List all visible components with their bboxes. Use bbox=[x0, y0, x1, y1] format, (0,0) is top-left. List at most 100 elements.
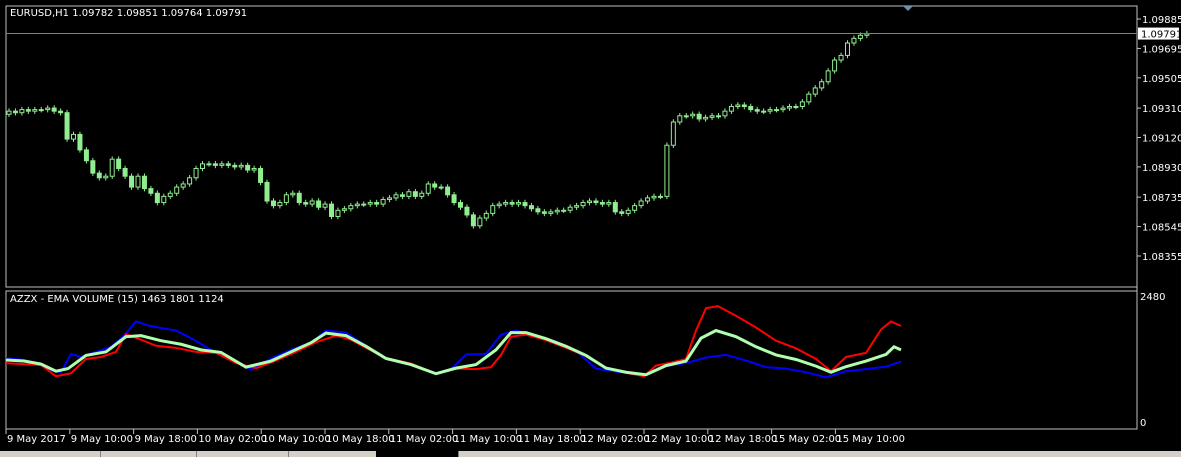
volume-chart-title: AZZX - EMA VOLUME (15) 1463 1801 1124 bbox=[10, 294, 224, 305]
candle-body bbox=[535, 208, 541, 213]
candle-body bbox=[354, 203, 360, 207]
candle-body bbox=[303, 202, 309, 205]
candle bbox=[109, 156, 115, 180]
candle-body bbox=[748, 106, 754, 111]
candle-body bbox=[316, 200, 322, 208]
chart-tab-1[interactable] bbox=[0, 451, 101, 457]
candle bbox=[329, 201, 334, 220]
candle-body bbox=[587, 200, 592, 204]
price-panel-frame bbox=[5, 5, 1138, 288]
time-tick-label: 10 May 10:00 bbox=[262, 434, 331, 445]
candle-body bbox=[483, 212, 489, 219]
candle-body bbox=[670, 121, 676, 146]
candle-body bbox=[703, 116, 709, 120]
candle-body bbox=[638, 200, 644, 207]
time-tick-label: 12 May 02:00 bbox=[581, 434, 650, 445]
candle-body bbox=[825, 70, 831, 83]
price-tick-label: 1.09310 bbox=[1142, 104, 1181, 115]
candle-body bbox=[645, 197, 651, 202]
candle-body bbox=[722, 110, 728, 117]
candle-body bbox=[393, 194, 399, 199]
candle-body bbox=[425, 183, 431, 194]
candle bbox=[258, 165, 264, 186]
candle-body bbox=[103, 175, 109, 179]
candle-body bbox=[290, 192, 296, 196]
candle-body bbox=[309, 200, 315, 205]
candle-body bbox=[793, 106, 799, 109]
candle-body bbox=[116, 158, 122, 169]
candle-body bbox=[657, 195, 663, 198]
candle-body bbox=[322, 203, 328, 208]
candle-body bbox=[851, 37, 857, 44]
candle-body bbox=[270, 200, 276, 207]
candle-body bbox=[819, 81, 825, 89]
candle-body bbox=[83, 149, 89, 162]
chart-tab-3[interactable] bbox=[196, 451, 289, 457]
candle-body bbox=[574, 205, 580, 208]
candle-body bbox=[38, 109, 44, 112]
candle-body bbox=[380, 198, 386, 205]
candle-body bbox=[174, 186, 180, 194]
candle-body bbox=[32, 109, 38, 112]
candle-body bbox=[161, 195, 167, 204]
candle-body bbox=[625, 209, 631, 214]
candle-body bbox=[64, 112, 70, 140]
candle-body bbox=[593, 200, 599, 204]
candle-body bbox=[735, 104, 741, 108]
candle-body bbox=[167, 192, 173, 197]
candle-body bbox=[6, 110, 12, 115]
candle-body bbox=[258, 167, 264, 183]
candle-body bbox=[367, 202, 373, 205]
candle bbox=[264, 179, 270, 204]
candle-body bbox=[709, 115, 715, 118]
candle-body bbox=[264, 181, 270, 202]
candle-body bbox=[96, 172, 102, 179]
candle-body bbox=[71, 133, 76, 140]
candle-body bbox=[387, 197, 393, 200]
candle-body bbox=[251, 167, 257, 171]
candle-body bbox=[438, 186, 444, 189]
candle-body bbox=[348, 205, 354, 210]
candle-body bbox=[716, 115, 721, 118]
candle-body bbox=[45, 107, 51, 111]
candle-body bbox=[528, 205, 534, 210]
chart-tab-2[interactable] bbox=[100, 451, 197, 457]
candle-body bbox=[58, 110, 64, 114]
time-tick-label: 12 May 10:00 bbox=[645, 434, 714, 445]
candle-body bbox=[399, 194, 405, 197]
candle-body bbox=[503, 202, 509, 205]
candle-body bbox=[464, 206, 470, 216]
chart-tab-active[interactable] bbox=[376, 451, 459, 457]
candle-body bbox=[606, 202, 612, 205]
candle-body bbox=[51, 107, 57, 112]
candle bbox=[83, 147, 89, 164]
candle-body bbox=[522, 202, 528, 207]
candle-body bbox=[548, 211, 554, 214]
price-tick-label: 1.08545 bbox=[1142, 223, 1181, 234]
price-tick-label: 1.08930 bbox=[1142, 163, 1181, 174]
candle-body bbox=[728, 106, 734, 112]
candle bbox=[670, 119, 676, 149]
candle-body bbox=[741, 104, 747, 108]
chart-tab-4[interactable] bbox=[288, 451, 377, 457]
candle bbox=[77, 131, 83, 153]
time-tick-label: 9 May 10:00 bbox=[71, 434, 133, 445]
price-tick-label: 1.09885 bbox=[1142, 15, 1181, 26]
candle-body bbox=[683, 115, 689, 118]
candle-body bbox=[193, 167, 199, 179]
time-tick-label: 15 May 02:00 bbox=[773, 434, 842, 445]
candle-body bbox=[412, 191, 418, 197]
candle-body bbox=[200, 163, 205, 169]
time-tick-label: 15 May 10:00 bbox=[836, 434, 905, 445]
price-tick-label: 1.08735 bbox=[1142, 193, 1181, 204]
candle-body bbox=[754, 109, 760, 112]
candle-body bbox=[496, 203, 502, 207]
candle-body bbox=[567, 206, 573, 211]
candle-body bbox=[361, 203, 367, 206]
candle-body bbox=[451, 194, 457, 204]
candle-body bbox=[219, 163, 225, 166]
time-tick-label: 12 May 18:00 bbox=[709, 434, 778, 445]
volume-panel-frame bbox=[5, 290, 1138, 430]
candle-body bbox=[690, 113, 696, 117]
candle-body bbox=[767, 109, 773, 112]
